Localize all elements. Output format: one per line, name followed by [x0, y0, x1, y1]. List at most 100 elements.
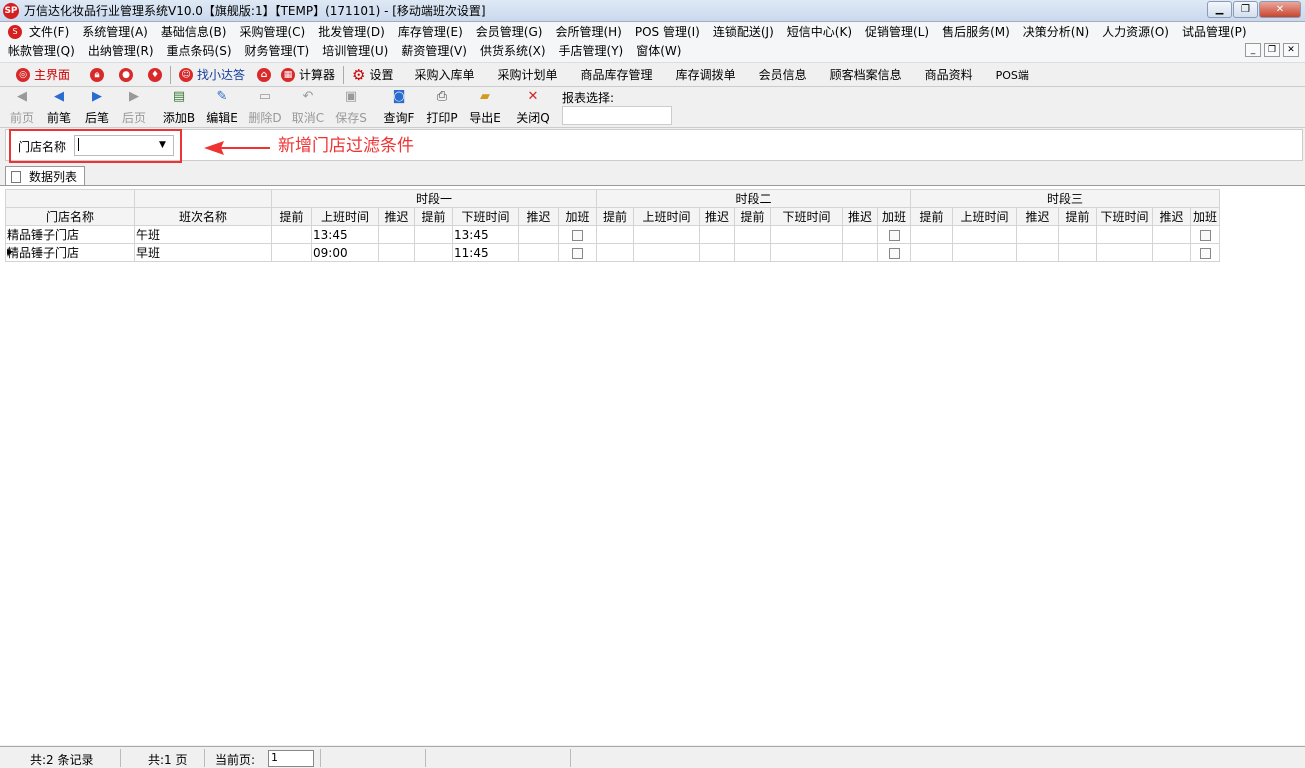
menu-file[interactable]: 文件(F) — [29, 23, 69, 40]
col-p2-overtime[interactable]: 加班 — [877, 207, 911, 226]
col-p3-early2[interactable]: 提前 — [1058, 207, 1097, 226]
cell[interactable] — [699, 243, 735, 262]
cell-store[interactable]: 精品锤子门店 — [5, 225, 135, 244]
overtime-checkbox[interactable] — [572, 247, 583, 259]
overtime-checkbox-cell[interactable] — [1190, 243, 1220, 262]
cell[interactable] — [271, 225, 312, 244]
menu-system[interactable]: 系统管理(A) — [82, 23, 148, 40]
cell[interactable] — [414, 243, 453, 262]
cell[interactable] — [910, 243, 953, 262]
home-button[interactable]: ◎ 主界面 — [16, 63, 70, 86]
cell[interactable] — [842, 225, 878, 244]
col-p2-on-time[interactable]: 上班时间 — [633, 207, 700, 226]
cell[interactable] — [770, 243, 843, 262]
last-page-button[interactable]: ▶ 后页 — [114, 89, 154, 126]
cell[interactable] — [1096, 243, 1153, 262]
link-pos[interactable]: POS端 — [996, 63, 1029, 86]
col-p2-early[interactable]: 提前 — [596, 207, 634, 226]
cancel-button[interactable]: ↶ 取消C — [288, 89, 328, 126]
cell[interactable] — [633, 225, 700, 244]
col-p3-off-time[interactable]: 下班时间 — [1096, 207, 1153, 226]
menu-finance[interactable]: 财务管理(T) — [245, 42, 310, 59]
chat-button[interactable]: ● — [119, 63, 134, 86]
cell-shift[interactable]: 午班 — [134, 225, 272, 244]
report-select-input[interactable] — [562, 106, 672, 125]
link-goods-info[interactable]: 商品资料 — [925, 63, 973, 86]
cell[interactable] — [699, 225, 735, 244]
menu-wholesale[interactable]: 批发管理(D) — [318, 23, 385, 40]
menu-inventory[interactable]: 库存管理(E) — [398, 23, 463, 40]
col-p1-early2[interactable]: 提前 — [414, 207, 453, 226]
table-row[interactable]: 精品锤子门店 午班 13:45 13:45 — [5, 225, 1220, 244]
menu-trial[interactable]: 试品管理(P) — [1182, 23, 1247, 40]
col-p3-on-time[interactable]: 上班时间 — [952, 207, 1017, 226]
close-icon[interactable]: ✕ — [1259, 1, 1301, 18]
prev-record-button[interactable]: ◀ 前笔 — [39, 89, 79, 126]
menu-analysis[interactable]: 决策分析(N) — [1023, 23, 1089, 40]
overtime-checkbox[interactable] — [888, 247, 900, 259]
col-p1-early[interactable]: 提前 — [271, 207, 312, 226]
overtime-checkbox-cell[interactable] — [877, 243, 911, 262]
overtime-checkbox-cell[interactable] — [1190, 225, 1220, 244]
cell[interactable] — [952, 243, 1017, 262]
cell-off-time[interactable]: 11:45 — [452, 243, 519, 262]
cell[interactable] — [1096, 225, 1153, 244]
cell[interactable] — [734, 225, 771, 244]
export-button[interactable]: ▰ 导出E — [465, 89, 505, 126]
menu-pos[interactable]: POS 管理(I) — [635, 23, 700, 40]
next-record-button[interactable]: ▶ 后笔 — [77, 89, 117, 126]
link-stock-manage[interactable]: 商品库存管理 — [581, 63, 653, 86]
col-store-name[interactable]: 门店名称 — [5, 207, 135, 226]
cell[interactable] — [518, 243, 559, 262]
menu-cashier[interactable]: 出纳管理(R) — [88, 42, 154, 59]
cell[interactable] — [378, 225, 415, 244]
cell-off-time[interactable]: 13:45 — [452, 225, 519, 244]
tab-data-list[interactable]: 数据列表 — [5, 166, 85, 186]
cell[interactable] — [414, 225, 453, 244]
settings-button[interactable]: ⚙ 设置 — [352, 63, 393, 86]
cell-on-time[interactable]: 13:45 — [311, 225, 379, 244]
cell[interactable] — [952, 225, 1017, 244]
link-purchase-plan[interactable]: 采购计划单 — [498, 63, 558, 86]
overtime-checkbox[interactable] — [1199, 229, 1211, 241]
cell[interactable] — [1016, 243, 1059, 262]
cell[interactable] — [271, 243, 312, 262]
overtime-checkbox-cell[interactable] — [558, 225, 597, 244]
cell[interactable] — [734, 243, 771, 262]
first-page-button[interactable]: ◀ 前页 — [2, 89, 42, 126]
menu-club[interactable]: 会所管理(H) — [555, 23, 621, 40]
cell[interactable] — [1016, 225, 1059, 244]
col-p3-early[interactable]: 提前 — [910, 207, 953, 226]
close-button[interactable]: ✕ 关闭Q — [513, 89, 553, 126]
calculator-button[interactable]: ▦ 计算器 — [281, 63, 335, 86]
col-p3-delay2[interactable]: 推迟 — [1152, 207, 1191, 226]
col-p3-delay[interactable]: 推迟 — [1016, 207, 1059, 226]
col-p2-delay[interactable]: 推迟 — [699, 207, 735, 226]
menu-salary[interactable]: 薪资管理(V) — [401, 42, 467, 59]
col-p2-delay2[interactable]: 推迟 — [842, 207, 878, 226]
house-button[interactable]: ⌂ — [257, 63, 272, 86]
col-p2-early2[interactable]: 提前 — [734, 207, 771, 226]
menu-supply[interactable]: 供货系统(X) — [480, 42, 546, 59]
restore-icon[interactable]: ❐ — [1233, 1, 1258, 18]
menu-chain[interactable]: 连锁配送(J) — [713, 23, 774, 40]
col-p3-overtime[interactable]: 加班 — [1190, 207, 1220, 226]
cell[interactable] — [770, 225, 843, 244]
cell-store[interactable]: 精品锤子门店 — [5, 243, 135, 262]
overtime-checkbox[interactable] — [888, 229, 900, 241]
table-row[interactable]: 精品锤子门店 早班 09:00 11:45 — [5, 243, 1220, 262]
link-member-info[interactable]: 会员信息 — [759, 63, 807, 86]
menu-purchase[interactable]: 采购管理(C) — [239, 23, 305, 40]
col-p1-on-time[interactable]: 上班时间 — [311, 207, 379, 226]
cell[interactable] — [842, 243, 878, 262]
overtime-checkbox[interactable] — [1199, 247, 1211, 259]
tip-button[interactable]: ♦ — [148, 63, 163, 86]
link-purchase-in[interactable]: 采购入库单 — [415, 63, 475, 86]
cell-shift[interactable]: 早班 — [134, 243, 272, 262]
menu-member[interactable]: 会员管理(G) — [476, 23, 543, 40]
cell-on-time[interactable]: 09:00 — [311, 243, 379, 262]
print-button[interactable]: ⎙ 打印P — [422, 89, 462, 126]
link-stock-transfer[interactable]: 库存调拨单 — [676, 63, 736, 86]
col-shift-name[interactable]: 班次名称 — [134, 207, 272, 226]
menu-aftersales[interactable]: 售后服务(M) — [942, 23, 1010, 40]
